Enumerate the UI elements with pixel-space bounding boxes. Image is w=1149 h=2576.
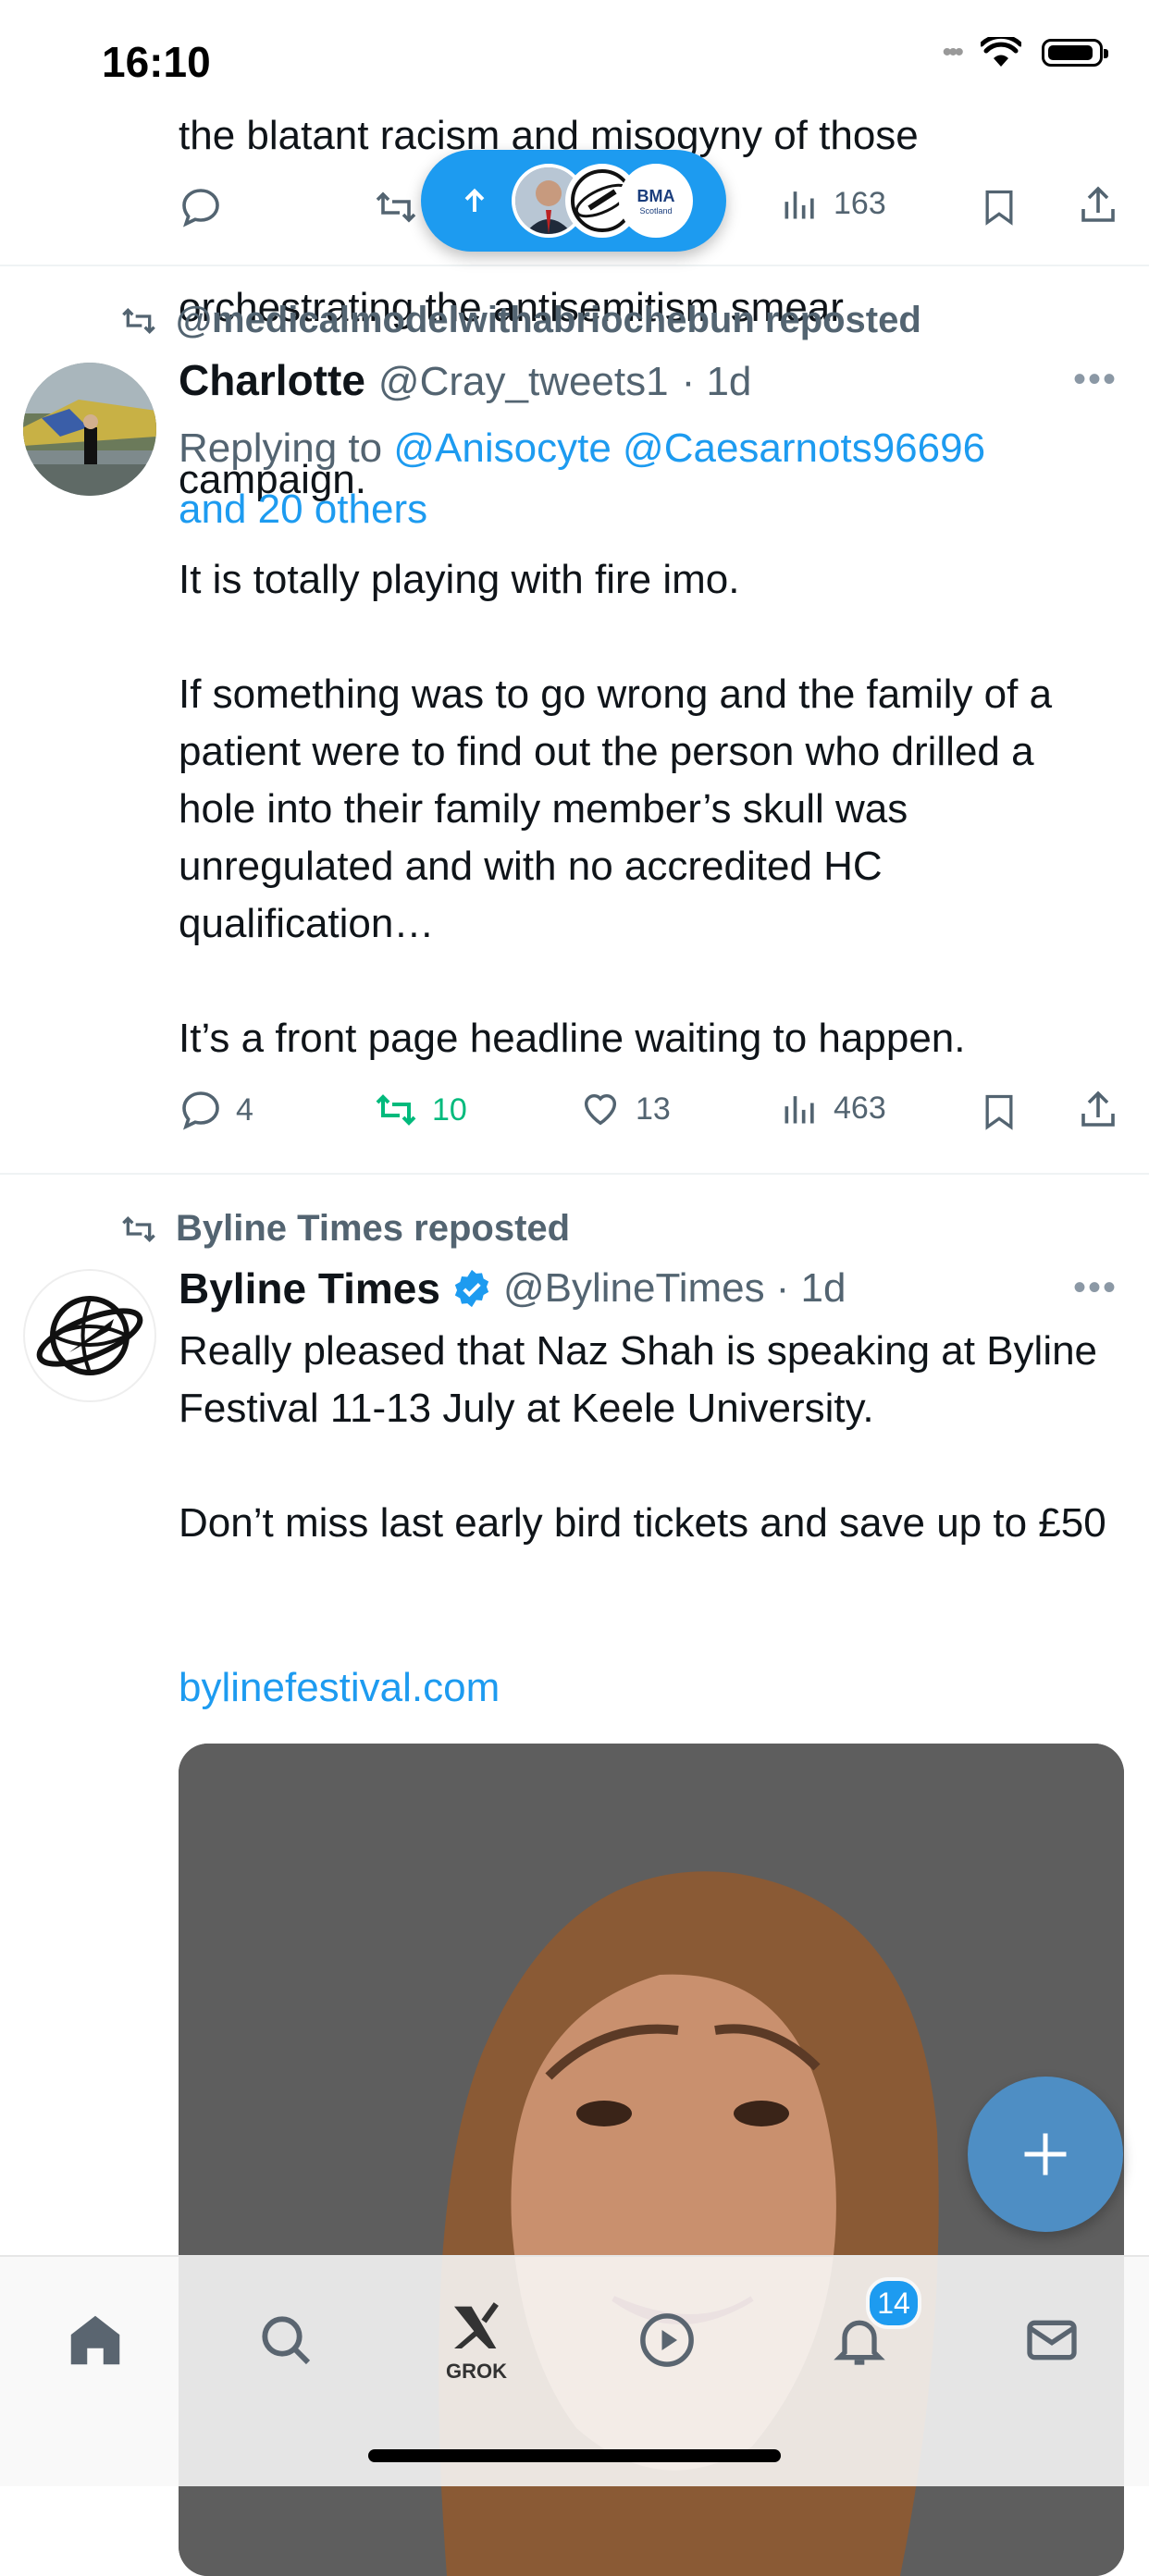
repost-context[interactable]: @medicalmodelwithabriochebun reposted (118, 300, 921, 341)
home-indicator[interactable] (368, 2449, 781, 2462)
avatar[interactable] (23, 363, 156, 496)
author-name[interactable]: Charlotte (179, 355, 365, 405)
tweet-header: Charlotte @Cray_tweets1 · 1d (179, 355, 1104, 405)
avatar[interactable] (23, 1269, 156, 1402)
like-count: 13 (636, 1091, 671, 1127)
repost-count: 10 (432, 1091, 467, 1128)
author-name[interactable]: Byline Times (179, 1263, 440, 1313)
tweet-time: · 1d (681, 359, 752, 404)
avatar: BMA Scotland (619, 164, 693, 238)
heart-icon (584, 1093, 617, 1126)
reply-count: 4 (236, 1091, 253, 1128)
play-circle-icon (640, 2313, 694, 2367)
tweet-header: Byline Times @BylineTimes · 1d (179, 1263, 1104, 1313)
bookmark-icon (985, 190, 1013, 226)
verified-badge-icon (454, 1269, 489, 1308)
repost-icon (376, 1094, 416, 1126)
share-button[interactable] (1076, 183, 1120, 232)
divider (0, 265, 1149, 266)
nav-messages[interactable] (1010, 2299, 1093, 2382)
views-count: 463 (834, 1090, 886, 1126)
replying-others[interactable]: and 20 others (179, 487, 427, 532)
views-button[interactable]: 463 (780, 1088, 886, 1128)
repost-button[interactable] (373, 185, 419, 234)
byline-logo-icon (36, 1296, 143, 1375)
search-icon (262, 2316, 311, 2365)
nav-search[interactable] (244, 2299, 327, 2382)
status-time: 16:10 (102, 38, 211, 86)
reply-button[interactable] (179, 185, 223, 234)
views-icon (785, 1096, 814, 1124)
bookmark-button[interactable] (979, 185, 1019, 234)
arrow-up-icon (464, 188, 485, 212)
bookmark-icon (985, 1094, 1013, 1130)
battery-icon (1042, 39, 1108, 67)
views-icon (785, 191, 814, 219)
reply-icon (182, 189, 219, 228)
tweet-text: Really pleased that Naz Shah is speaking… (179, 1328, 1106, 1546)
replying-handles[interactable]: @Anisocyte @Caesarnots96696 (393, 425, 985, 471)
new-posts-pill[interactable]: BMA Scotland (421, 150, 726, 252)
grok-icon (454, 2302, 499, 2348)
like-button[interactable]: 13 (578, 1088, 671, 1130)
repost-by-label: Byline Times reposted (176, 1208, 571, 1249)
repost-button[interactable]: 10 (373, 1088, 467, 1132)
mail-icon (1027, 2320, 1077, 2360)
bma-logo-text: BMA (636, 186, 675, 205)
repost-icon (122, 307, 155, 334)
notifications-badge: 14 (866, 2277, 921, 2329)
wifi-icon (981, 37, 1021, 67)
tweet-text: It is totally playing with fire imo. If … (179, 557, 1053, 1061)
nav-video[interactable] (625, 2299, 709, 2382)
replying-to: Replying to @Anisocyte @Caesarnots96696 … (179, 418, 1104, 540)
bookmark-button[interactable] (979, 1090, 1019, 1139)
views-count: 163 (834, 185, 886, 221)
tweet-actions: 4 10 13 463 (179, 1082, 1122, 1141)
replying-prefix: Replying to (179, 425, 383, 471)
grok-label: GROK (446, 2360, 507, 2383)
more-options-icon[interactable]: ••• (1073, 1267, 1118, 1309)
repost-context[interactable]: Byline Times reposted (118, 1208, 570, 1250)
author-handle[interactable]: @Cray_tweets1 (378, 359, 669, 405)
share-icon (1081, 186, 1115, 222)
reply-icon (182, 1091, 219, 1130)
repost-icon (122, 1215, 155, 1242)
share-button[interactable] (1076, 1088, 1120, 1137)
bma-logo-subtext: Scotland (639, 205, 673, 216)
divider (0, 1173, 1149, 1175)
reply-button[interactable]: 4 (179, 1088, 253, 1132)
status-icons: ••• (942, 37, 1108, 68)
plus-icon (1024, 2133, 1067, 2175)
tweet-time: · 1d (775, 1265, 846, 1311)
home-icon (70, 2315, 120, 2365)
signal-dots-icon: ••• (942, 37, 963, 68)
nav-grok[interactable]: GROK (435, 2285, 518, 2396)
views-button[interactable]: 163 (780, 183, 886, 224)
repost-by-label: @medicalmodelwithabriochebun reposted (176, 300, 921, 340)
repost-icon (376, 191, 416, 223)
nav-home[interactable] (54, 2299, 137, 2382)
compose-post-button[interactable] (968, 2077, 1123, 2232)
author-handle[interactable]: @BylineTimes (503, 1265, 765, 1312)
share-icon (1081, 1091, 1115, 1127)
tweet-link[interactable]: bylinefestival.com (179, 1665, 500, 1711)
more-options-icon[interactable]: ••• (1073, 359, 1118, 401)
